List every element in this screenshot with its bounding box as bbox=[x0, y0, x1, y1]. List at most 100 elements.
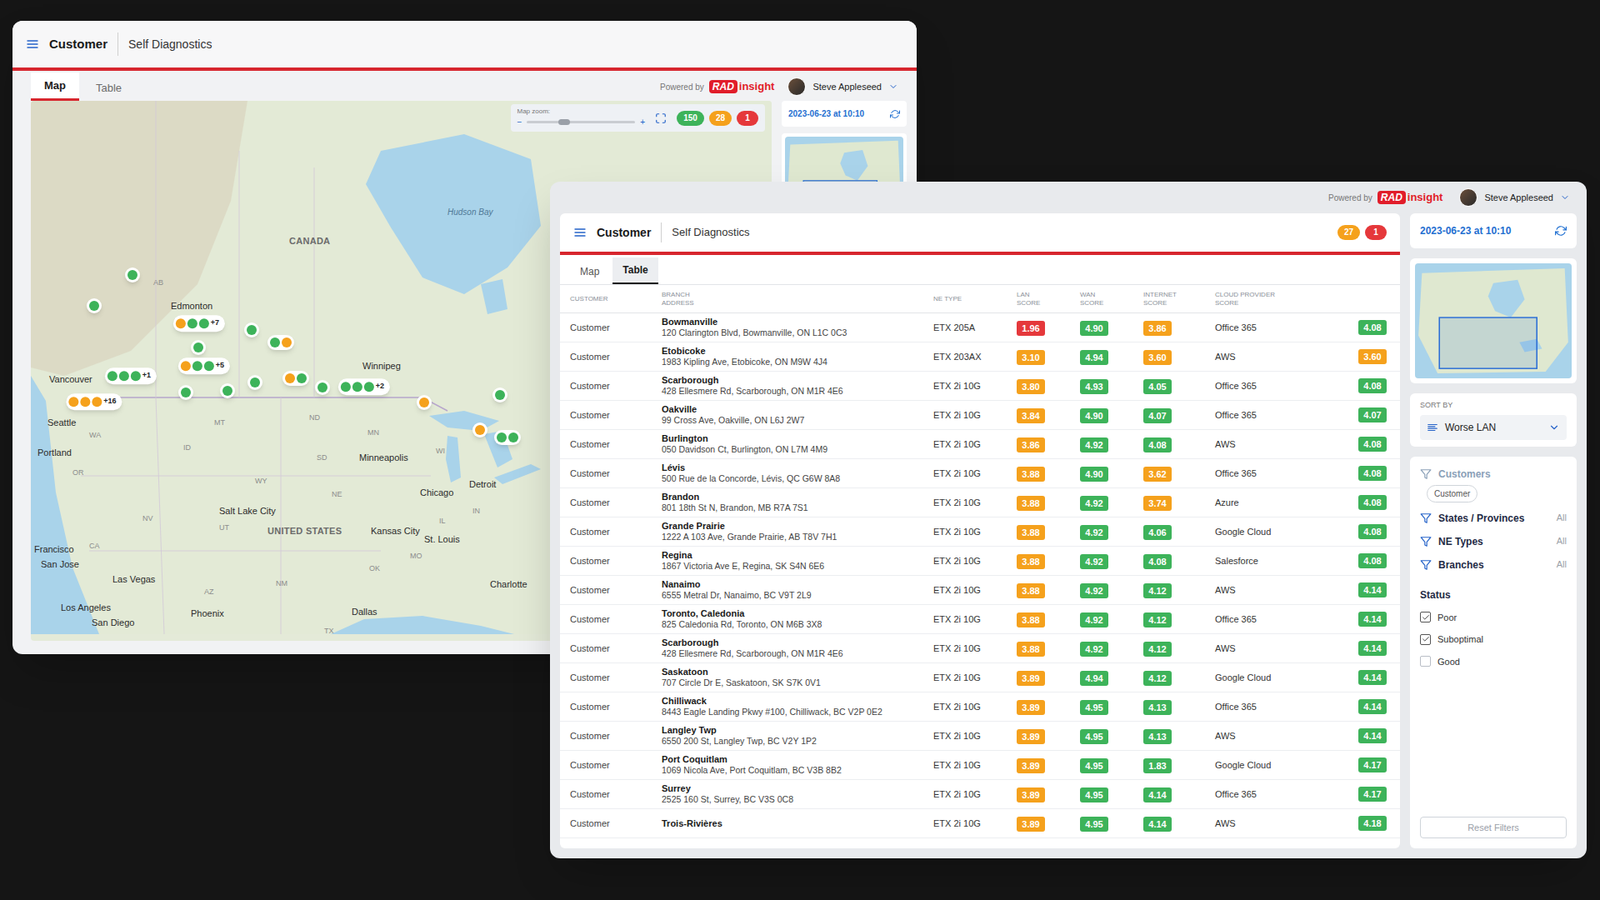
map-pin[interactable] bbox=[178, 385, 194, 400]
tab[interactable]: Map bbox=[30, 72, 80, 102]
map-pin[interactable] bbox=[315, 380, 330, 395]
internet-score: 4.12 bbox=[1143, 583, 1172, 599]
map-pin[interactable]: +1 bbox=[105, 367, 157, 385]
map-label: Vancouver bbox=[49, 372, 93, 387]
map-pin[interactable] bbox=[125, 267, 140, 283]
menu-icon[interactable] bbox=[25, 37, 40, 51]
mini-map[interactable] bbox=[1415, 263, 1572, 379]
map-label: Hudson Bay bbox=[447, 207, 490, 219]
status-count[interactable]: 150 bbox=[676, 110, 705, 126]
table-row[interactable]: CustomerSaskatoon707 Circle Dr E, Saskat… bbox=[560, 663, 1400, 693]
status-count[interactable]: 28 bbox=[709, 110, 732, 126]
checkbox[interactable] bbox=[1420, 611, 1431, 623]
map-pin[interactable] bbox=[86, 298, 102, 314]
table-row[interactable]: CustomerLévis500 Rue de la Concorde, Lév… bbox=[560, 459, 1400, 489]
map-label: ID bbox=[183, 442, 191, 455]
filter[interactable]: CustomersCustomer bbox=[1420, 466, 1567, 503]
filter-chip[interactable]: Customer bbox=[1426, 485, 1478, 503]
map-pin[interactable] bbox=[267, 335, 295, 350]
map-label: San Jose bbox=[40, 557, 80, 572]
table-row[interactable]: CustomerTrois-RivièresETX 2i 10G3.894.95… bbox=[560, 809, 1400, 839]
wan-score: 4.90 bbox=[1080, 320, 1109, 336]
lan-score: 3.89 bbox=[1016, 787, 1045, 803]
map-pin[interactable] bbox=[244, 322, 260, 338]
map-pin[interactable] bbox=[282, 370, 310, 386]
table-row[interactable]: CustomerLangley Twp6550 200 St, Langley … bbox=[560, 721, 1400, 751]
column-header[interactable]: BRANCHADDRESS bbox=[661, 290, 934, 308]
table-row[interactable]: CustomerNanaimo6555 Metral Dr, Nanaimo, … bbox=[560, 575, 1400, 605]
status-option[interactable]: Poor bbox=[1420, 610, 1567, 625]
lan-score: 3.88 bbox=[1016, 641, 1045, 657]
column-header[interactable]: WANSCORE bbox=[1080, 290, 1144, 308]
map-pin[interactable]: +5 bbox=[178, 357, 230, 375]
powered-by: Powered byRADinsight bbox=[1328, 189, 1443, 206]
column-header[interactable]: NE TYPE bbox=[933, 295, 1017, 304]
status-dot bbox=[340, 381, 351, 392]
refresh-icon[interactable] bbox=[1555, 225, 1567, 237]
checkbox[interactable] bbox=[1420, 655, 1431, 667]
branch-name: Burlington bbox=[661, 433, 934, 445]
table-row[interactable]: CustomerBowmanville120 Clarington Blvd, … bbox=[560, 313, 1400, 343]
branch-address: 6550 200 St, Langley Twp, BC V2Y 1P2 bbox=[661, 735, 934, 747]
map-pin[interactable] bbox=[190, 340, 206, 355]
map-pin[interactable]: +2 bbox=[338, 378, 390, 395]
tab[interactable]: Table bbox=[82, 75, 135, 102]
map-pin[interactable]: +16 bbox=[65, 393, 122, 410]
wan-score: 4.94 bbox=[1080, 670, 1109, 686]
table-row[interactable]: CustomerGrande Prairie1222 A 103 Ave, Gr… bbox=[560, 517, 1400, 547]
column-header[interactable]: CLOUD PROVIDERSCORE bbox=[1215, 290, 1390, 308]
filter[interactable]: NE TypesAll bbox=[1420, 534, 1567, 550]
map-pin[interactable] bbox=[494, 430, 521, 445]
map-pin[interactable] bbox=[472, 422, 488, 438]
table-row[interactable]: CustomerToronto, Caledonia825 Caledonia … bbox=[560, 605, 1400, 635]
branch-address: 428 Ellesmere Rd, Scarborough, ON M1R 4E… bbox=[661, 385, 934, 397]
filter[interactable]: States / ProvincesAll bbox=[1420, 510, 1567, 526]
table-row[interactable]: CustomerScarborough428 Ellesmere Rd, Sca… bbox=[560, 634, 1400, 664]
map-pin[interactable] bbox=[220, 383, 235, 399]
table-row[interactable]: CustomerEtobicoke1983 Kipling Ave, Etobi… bbox=[560, 342, 1400, 372]
status-option[interactable]: Good bbox=[1420, 655, 1567, 670]
table-row[interactable]: CustomerPort Coquitlam1069 Nicola Ave, P… bbox=[560, 750, 1400, 780]
user-menu[interactable]: Steve Appleseed bbox=[787, 77, 899, 96]
branch-name: Etobicoke bbox=[661, 345, 934, 357]
tab[interactable]: Table bbox=[612, 257, 658, 285]
zoom-in-button[interactable]: + bbox=[640, 115, 645, 129]
branch-address: 428 Ellesmere Rd, Scarborough, ON M1R 4E… bbox=[661, 648, 934, 660]
refresh-icon[interactable] bbox=[890, 109, 900, 120]
menu-icon[interactable] bbox=[573, 225, 587, 240]
fullscreen-icon[interactable] bbox=[655, 112, 667, 125]
status-count[interactable]: 27 bbox=[1337, 225, 1360, 240]
table-row[interactable]: CustomerScarborough428 Ellesmere Rd, Sca… bbox=[560, 371, 1400, 401]
status-count[interactable]: 1 bbox=[1365, 225, 1387, 240]
lan-score: 3.88 bbox=[1016, 554, 1045, 570]
table-row[interactable]: CustomerBrandon801 18th St N, Brandon, M… bbox=[560, 488, 1400, 518]
lan-score: 3.88 bbox=[1016, 495, 1045, 511]
table-row[interactable]: CustomerOakville99 Cross Ave, Oakville, … bbox=[560, 400, 1400, 430]
table-row[interactable]: CustomerSurrey2525 160 St, Surrey, BC V3… bbox=[560, 780, 1400, 810]
table-row[interactable]: CustomerRegina1867 Victoria Ave E, Regin… bbox=[560, 546, 1400, 576]
tab-bar: MapTablePowered byRADinsightSteve Apples… bbox=[12, 70, 917, 101]
column-header[interactable]: INTERNETSCORE bbox=[1143, 290, 1215, 308]
user-menu[interactable]: Steve Appleseed bbox=[1459, 188, 1570, 207]
tab[interactable]: Map bbox=[570, 259, 610, 285]
reset-filters-button[interactable]: Reset Filters bbox=[1420, 816, 1567, 840]
map-pin[interactable] bbox=[492, 387, 508, 403]
filter[interactable]: BranchesAll bbox=[1420, 557, 1567, 573]
zoom-out-button[interactable]: − bbox=[517, 115, 523, 129]
table-row[interactable]: CustomerBurlington050 Davidson Ct, Burli… bbox=[560, 430, 1400, 460]
map-pin[interactable]: +7 bbox=[173, 315, 225, 332]
status-count[interactable]: 1 bbox=[736, 110, 759, 126]
table-row[interactable]: CustomerChilliwack8443 Eagle Landing Pkw… bbox=[560, 692, 1400, 722]
map-pin[interactable] bbox=[247, 375, 263, 390]
zoom-slider[interactable] bbox=[526, 120, 635, 124]
map-pin[interactable] bbox=[416, 395, 432, 410]
column-header[interactable]: LANSCORE bbox=[1016, 290, 1080, 308]
status-option[interactable]: Suboptimal bbox=[1420, 632, 1567, 647]
map-label: Francisco bbox=[34, 542, 75, 557]
zoom-thumb[interactable] bbox=[558, 119, 570, 125]
sort-select[interactable]: Worse LAN bbox=[1420, 415, 1567, 440]
checkbox[interactable] bbox=[1420, 634, 1431, 645]
wan-score: 4.92 bbox=[1080, 612, 1109, 628]
wan-score: 4.92 bbox=[1080, 554, 1109, 570]
column-header[interactable]: CUSTOMER bbox=[570, 295, 662, 304]
